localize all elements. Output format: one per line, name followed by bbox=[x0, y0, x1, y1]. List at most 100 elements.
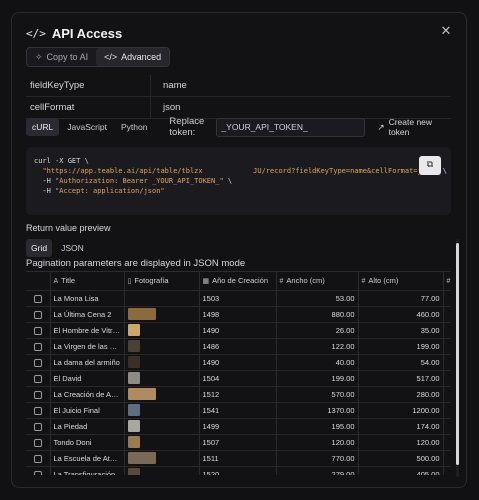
cell-alto[interactable]: 1200.00 bbox=[358, 402, 444, 419]
cell-fotografia[interactable] bbox=[124, 370, 200, 387]
tab-copy-to-ai[interactable]: ✧ Copy to AI bbox=[27, 48, 96, 66]
cell-title[interactable]: La dama del armiño bbox=[50, 354, 125, 371]
param-value[interactable]: name bbox=[151, 80, 187, 91]
cell-alto[interactable]: 77.00 bbox=[358, 290, 444, 307]
dialog-scrollbar[interactable] bbox=[456, 239, 459, 477]
cell-title[interactable]: La Escuela de Atenas bbox=[50, 450, 125, 467]
cell-ano[interactable]: 1490 bbox=[199, 322, 277, 339]
cell-ano[interactable]: 1511 bbox=[199, 450, 277, 467]
cell-ancho[interactable]: 770.00 bbox=[276, 450, 359, 467]
column-header-fotografia[interactable]: ▯ Fotografía bbox=[124, 272, 200, 291]
cell-pr[interactable] bbox=[443, 386, 451, 403]
cell-pr[interactable] bbox=[443, 306, 451, 323]
table-row[interactable]: Tondo Doni 1507 120.00 120.00 bbox=[26, 434, 451, 451]
table-row[interactable]: La Última Cena 2 1498 880.00 460.00 bbox=[26, 306, 451, 323]
row-checkbox[interactable] bbox=[26, 466, 51, 475]
cell-fotografia[interactable] bbox=[124, 338, 200, 355]
table-row[interactable]: La Piedad 1499 195.00 174.00 bbox=[26, 418, 451, 435]
row-checkbox[interactable] bbox=[26, 306, 51, 323]
cell-ano[interactable]: 1520 bbox=[199, 466, 277, 475]
row-checkbox[interactable] bbox=[26, 402, 51, 419]
cell-ano[interactable]: 1507 bbox=[199, 434, 277, 451]
cell-ancho[interactable]: 195.00 bbox=[276, 418, 359, 435]
cell-alto[interactable]: 174.00 bbox=[358, 418, 444, 435]
column-header-ano[interactable]: ▦ Año de Creación bbox=[199, 272, 277, 291]
column-header-ancho[interactable]: # Ancho (cm) bbox=[276, 272, 359, 291]
cell-title[interactable]: El David bbox=[50, 370, 125, 387]
table-row[interactable]: La Virgen de las Roc... 1486 122.00 199.00 bbox=[26, 338, 451, 355]
cell-title[interactable]: El Hombre de Vitruvio bbox=[50, 322, 125, 339]
copy-code-button[interactable]: ⧉ bbox=[419, 156, 441, 175]
cell-title[interactable]: La Creación de Adán bbox=[50, 386, 125, 403]
cell-alto[interactable]: 500.00 bbox=[358, 450, 444, 467]
cell-alto[interactable]: 199.00 bbox=[358, 338, 444, 355]
cell-ancho[interactable]: 880.00 bbox=[276, 306, 359, 323]
cell-alto[interactable]: 280.00 bbox=[358, 386, 444, 403]
row-checkbox[interactable] bbox=[26, 434, 51, 451]
table-row[interactable]: La Mona Lisa 1503 53.00 77.00 bbox=[26, 290, 451, 307]
cell-alto[interactable]: 120.00 bbox=[358, 434, 444, 451]
cell-ancho[interactable]: 1370.00 bbox=[276, 402, 359, 419]
table-row[interactable]: El David 1504 199.00 517.00 bbox=[26, 370, 451, 387]
cell-ancho[interactable]: 40.00 bbox=[276, 354, 359, 371]
tab-curl[interactable]: cURL bbox=[26, 118, 60, 136]
tab-advanced[interactable]: </> Advanced bbox=[96, 48, 170, 66]
scrollbar-thumb[interactable] bbox=[456, 243, 459, 465]
row-checkbox[interactable] bbox=[26, 338, 51, 355]
cell-alto[interactable]: 517.00 bbox=[358, 370, 444, 387]
row-checkbox[interactable] bbox=[26, 418, 51, 435]
row-checkbox[interactable] bbox=[26, 386, 51, 403]
cell-title[interactable]: La Transfiguración bbox=[50, 466, 125, 475]
cell-ancho[interactable]: 120.00 bbox=[276, 434, 359, 451]
cell-title[interactable]: La Piedad bbox=[50, 418, 125, 435]
tab-javascript[interactable]: JavaScript bbox=[61, 118, 113, 136]
cell-fotografia[interactable] bbox=[124, 450, 200, 467]
cell-pr[interactable] bbox=[443, 402, 451, 419]
cell-alto[interactable]: 54.00 bbox=[358, 354, 444, 371]
cell-pr[interactable] bbox=[443, 370, 451, 387]
row-checkbox[interactable] bbox=[26, 290, 51, 307]
cell-ancho[interactable]: 26.00 bbox=[276, 322, 359, 339]
close-icon[interactable]: ✕ bbox=[436, 21, 456, 41]
cell-title[interactable]: La Virgen de las Roc... bbox=[50, 338, 125, 355]
cell-ancho[interactable]: 199.00 bbox=[276, 370, 359, 387]
cell-ano[interactable]: 1503 bbox=[199, 290, 277, 307]
cell-fotografia[interactable] bbox=[124, 386, 200, 403]
table-row[interactable]: La Creación de Adán 1512 570.00 280.00 bbox=[26, 386, 451, 403]
cell-alto[interactable]: 35.00 bbox=[358, 322, 444, 339]
column-header-title[interactable]: A Title bbox=[50, 272, 125, 291]
cell-ano[interactable]: 1499 bbox=[199, 418, 277, 435]
table-row[interactable]: El Juicio Final 1541 1370.00 1200.00 bbox=[26, 402, 451, 419]
cell-alto[interactable]: 405.00 bbox=[358, 466, 444, 475]
cell-ano[interactable]: 1486 bbox=[199, 338, 277, 355]
cell-ano[interactable]: 1490 bbox=[199, 354, 277, 371]
cell-fotografia[interactable] bbox=[124, 306, 200, 323]
column-header-alto[interactable]: # Alto (cm) bbox=[358, 272, 444, 291]
cell-fotografia[interactable] bbox=[124, 418, 200, 435]
table-row[interactable]: El Hombre de Vitruvio 1490 26.00 35.00 bbox=[26, 322, 451, 339]
row-checkbox[interactable] bbox=[26, 322, 51, 339]
column-header-pr[interactable]: #Pr bbox=[443, 272, 451, 291]
cell-pr[interactable] bbox=[443, 338, 451, 355]
cell-fotografia[interactable] bbox=[124, 354, 200, 371]
cell-fotografia[interactable] bbox=[124, 322, 200, 339]
row-checkbox[interactable] bbox=[26, 354, 51, 371]
cell-ancho[interactable]: 53.00 bbox=[276, 290, 359, 307]
cell-ano[interactable]: 1504 bbox=[199, 370, 277, 387]
token-input[interactable]: _YOUR_API_TOKEN_ bbox=[216, 117, 366, 137]
cell-ano[interactable]: 1512 bbox=[199, 386, 277, 403]
row-checkbox[interactable] bbox=[26, 370, 51, 387]
cell-fotografia[interactable] bbox=[124, 402, 200, 419]
cell-title[interactable]: La Mona Lisa bbox=[50, 290, 125, 307]
cell-pr[interactable] bbox=[443, 418, 451, 435]
cell-ano[interactable]: 1498 bbox=[199, 306, 277, 323]
tab-json[interactable]: JSON bbox=[56, 239, 89, 257]
param-value[interactable]: json bbox=[151, 102, 180, 113]
cell-ancho[interactable]: 279.00 bbox=[276, 466, 359, 475]
tab-python[interactable]: Python bbox=[115, 118, 153, 136]
cell-fotografia[interactable] bbox=[124, 290, 200, 307]
cell-ancho[interactable]: 122.00 bbox=[276, 338, 359, 355]
cell-pr[interactable] bbox=[443, 450, 451, 467]
cell-pr[interactable] bbox=[443, 434, 451, 451]
create-new-token-button[interactable]: ↗ Create new token bbox=[377, 117, 451, 137]
